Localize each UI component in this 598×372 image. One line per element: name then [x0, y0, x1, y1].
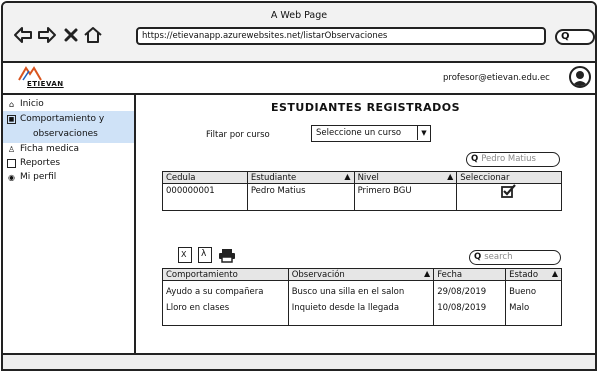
- browser-toolbar: A Web Page https://etievanapp.azurewebsi…: [3, 3, 595, 63]
- app-header: ETIEVAN profesor@etievan.edu.ec: [3, 63, 595, 95]
- column-header-label: Estado: [509, 269, 539, 280]
- table-row[interactable]: Lloro en clases Inquieto desde la llegad…: [162, 303, 562, 326]
- print-icon[interactable]: [218, 248, 236, 263]
- sidebar-item-label: Ficha medica: [20, 144, 80, 154]
- student-search-value: Pedro Matius: [481, 154, 536, 164]
- search-icon: Q: [561, 31, 570, 42]
- cell-observacion: Busco una silla en el salon: [287, 280, 435, 303]
- address-bar[interactable]: https://etievanapp.azurewebsites.net/lis…: [136, 27, 546, 45]
- sidebar-item-label: observaciones: [33, 129, 98, 139]
- window-title: A Web Page: [270, 10, 328, 21]
- sidebar: ⌂ Inicio ■ Comportamiento y observacione…: [3, 95, 136, 353]
- column-header-fecha[interactable]: Fecha: [433, 268, 507, 281]
- avatar[interactable]: [569, 66, 591, 88]
- column-header-comportamiento[interactable]: Comportamiento: [162, 268, 289, 281]
- column-header-seleccionar: Seleccionar: [456, 171, 562, 184]
- table-header-row: Comportamiento Observación ▲︎ Fecha Estad…: [162, 268, 562, 281]
- observation-search-placeholder: search: [484, 252, 513, 262]
- cell-observacion: Inquieto desde la llegada: [287, 303, 435, 326]
- pdf-export-icon[interactable]: λ: [198, 247, 212, 263]
- column-header-label: Nivel: [357, 172, 379, 183]
- column-header-observacion[interactable]: Observación ▲︎: [287, 268, 435, 281]
- sort-icon: ▲︎: [551, 269, 558, 278]
- sidebar-item-ficha-medica[interactable]: ♙ Ficha medica: [7, 144, 79, 154]
- page-title: ESTUDIANTES REGISTRADOS: [270, 101, 460, 114]
- table-row[interactable]: 000000001 Pedro Matius Primero BGU: [162, 183, 562, 211]
- forward-button[interactable]: [37, 25, 57, 45]
- app-logo[interactable]: ETIEVAN: [13, 66, 83, 92]
- report-icon: [7, 158, 16, 168]
- table-header-row: Cedula Estudiante ▲︎ Nivel ▲︎ Seleccionar: [162, 171, 562, 184]
- sidebar-item-label: Mi perfil: [20, 172, 57, 182]
- sort-icon: ▲︎: [424, 269, 431, 278]
- cell-seleccionar: [456, 183, 562, 211]
- calendar-icon: ■: [7, 114, 16, 124]
- search-icon: Q: [471, 154, 479, 164]
- column-header-estado[interactable]: Estado ▲︎: [505, 268, 562, 281]
- main-content: ESTUDIANTES REGISTRADOS Filtar por curso…: [136, 95, 595, 353]
- browser-search-field[interactable]: Q: [555, 29, 595, 45]
- sidebar-item-label: Comportamiento y: [20, 114, 105, 124]
- profile-icon: ◉: [8, 172, 15, 182]
- sidebar-item-reportes[interactable]: Reportes: [7, 158, 60, 168]
- checkbox-checked-icon[interactable]: [501, 184, 517, 198]
- student-search-input[interactable]: Q Pedro Matius: [466, 152, 560, 167]
- cell-estado: Malo: [505, 303, 562, 326]
- sidebar-item-observaciones[interactable]: observaciones: [33, 129, 98, 139]
- column-header-cedula[interactable]: Cedula: [162, 171, 248, 184]
- forward-arrow-icon: [38, 27, 56, 43]
- course-select[interactable]: Seleccione un curso ▼: [311, 125, 431, 142]
- search-icon: Q: [474, 252, 482, 262]
- cell-cedula: 000000001: [162, 183, 248, 211]
- cell-nivel: Primero BGU: [353, 183, 458, 211]
- browser-window: A Web Page https://etievanapp.azurewebsi…: [1, 1, 597, 371]
- sort-icon: ▲︎: [344, 172, 351, 181]
- sidebar-item-inicio[interactable]: ⌂ Inicio: [7, 99, 44, 109]
- medical-icon: ♙: [7, 144, 16, 154]
- cell-fecha: 29/08/2019: [433, 280, 507, 303]
- column-header-estudiante[interactable]: Estudiante ▲︎: [246, 171, 355, 184]
- cell-estudiante: Pedro Matius: [246, 183, 355, 211]
- excel-export-icon[interactable]: X: [178, 247, 192, 263]
- sort-icon: ▲︎: [447, 172, 454, 181]
- back-arrow-icon: [14, 27, 32, 43]
- cell-comportamiento: Lloro en clases: [162, 303, 289, 326]
- user-email: profesor@etievan.edu.ec: [443, 73, 550, 83]
- observations-table: Comportamiento Observación ▲︎ Fecha Estad…: [162, 268, 562, 326]
- table-row[interactable]: Ayudo a su compañera Busco una silla en …: [162, 280, 562, 303]
- observation-search-input[interactable]: Qsearch: [469, 250, 561, 265]
- sidebar-item-comportamiento[interactable]: ■ Comportamiento y: [7, 114, 104, 124]
- cell-fecha: 10/08/2019: [433, 303, 507, 326]
- close-icon: [64, 28, 78, 42]
- sidebar-item-mi-perfil[interactable]: ◉ Mi perfil: [7, 172, 56, 182]
- home-icon: [84, 27, 102, 43]
- logo-text: ETIEVAN: [27, 80, 64, 88]
- students-table: Cedula Estudiante ▲︎ Nivel ▲︎ Seleccionar …: [162, 171, 562, 211]
- user-icon: [572, 71, 588, 86]
- chevron-down-icon: ▼: [417, 126, 430, 140]
- cell-estado: Bueno: [505, 280, 562, 303]
- stop-button[interactable]: [61, 25, 81, 45]
- column-header-nivel[interactable]: Nivel ▲︎: [353, 171, 458, 184]
- course-select-value: Seleccione un curso: [316, 128, 402, 138]
- sidebar-item-label: Reportes: [20, 158, 61, 168]
- sidebar-item-label: Inicio: [20, 99, 44, 109]
- home-icon: ⌂: [8, 99, 15, 109]
- filter-label: Filtar por curso: [206, 130, 270, 140]
- status-bar: [3, 353, 595, 369]
- column-header-label: Observación: [291, 269, 345, 280]
- cell-comportamiento: Ayudo a su compañera: [162, 280, 289, 303]
- home-button[interactable]: [83, 25, 103, 45]
- column-header-label: Estudiante: [250, 172, 297, 183]
- back-button[interactable]: [13, 25, 33, 45]
